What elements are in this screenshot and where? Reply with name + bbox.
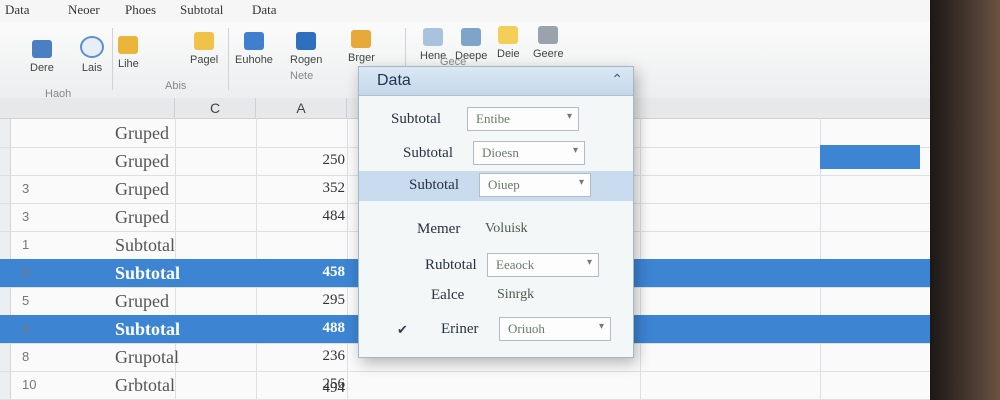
cell-label[interactable]: Subtotal [115,235,175,256]
menu-data-2[interactable]: Data [252,2,277,18]
dialog-row-value: Sinrgk [497,287,535,302]
cell-label[interactable]: Gruped [115,123,169,144]
dialog-dropdown[interactable]: Eeaock ▾ [487,253,599,277]
dialog-row: Rubtotal Eeaock ▾ [359,251,633,281]
data-tool-icon [498,26,519,44]
table-row[interactable]: 10 Grbtotal 256 [0,371,935,400]
cell-label[interactable]: Subtotal [115,319,180,340]
dialog-row: ✔ Eriner Oriuoh ▾ [359,315,633,345]
dropdown-value: Entibe [476,111,510,126]
cell-value[interactable]: 295 [280,292,346,309]
ribbon-btn-lais[interactable]: Lais [80,36,104,74]
row-number: 4 [22,321,30,336]
group-label: Nete [290,70,314,82]
checkmark-icon[interactable]: ✔ [397,322,408,338]
menu-phoes[interactable]: Phoes [125,2,156,18]
row-number: 8 [22,265,30,280]
group-label: Abis [165,80,187,92]
cell-value[interactable]: 484 [280,208,346,225]
menu-neoer[interactable]: Neoer [68,2,100,18]
cell-label[interactable]: Gruped [115,291,169,312]
ribbon-btn-euhohe[interactable]: Euhohe [235,32,273,66]
dialog-row-label: Subtotal [391,111,442,127]
dropdown-value: Oriuoh [508,321,545,336]
row-number: 10 [22,377,37,392]
dialog-dropdown[interactable]: Dioesn ▾ [473,141,585,165]
column-header-blank [0,98,175,119]
cell-value[interactable]: 352 [280,180,346,197]
dialog-row-label: Rubtotal [425,257,477,273]
close-icon[interactable]: ⌃ [611,71,623,88]
chevron-down-icon: ▾ [578,177,584,188]
outline-icon [423,28,444,46]
dialog-row-label: Ealce [431,287,465,303]
data-subtotal-dialog: Data ⌃ Subtotal Entibe ▾ Subtotal Dioesn… [358,66,634,358]
row-number: 3 [22,209,30,224]
ribbon-btn-pagel[interactable]: Pagel [190,32,218,66]
dialog-row-label: Subtotal [409,177,460,193]
cell-value[interactable]: 250 [280,152,346,169]
monitor-bezel [930,0,1000,400]
cell-value[interactable]: 236 [280,348,346,365]
cell-label[interactable]: Subtotal [115,263,180,284]
chevron-down-icon: ▾ [586,257,592,268]
column-header-a[interactable]: A [256,98,347,119]
row-number: 8 [22,349,30,364]
group-divider [228,28,229,90]
dropdown-value: Dioesn [482,145,519,160]
dialog-row-label: Eriner [441,321,479,337]
spreadsheet-screen: Data Neoer Phoes Subtotal Data Dere Lais… [0,0,935,400]
ribbon-btn-deie[interactable]: Deie [497,26,520,60]
group-divider [112,28,113,90]
cell-label[interactable]: Gruped [115,207,169,228]
dialog-row: Subtotal Dioesn ▾ [359,139,633,169]
dialog-row: Memer Voluisk [359,215,633,245]
page-icon [194,32,215,50]
settings-icon [538,26,559,44]
row-number: 5 [22,293,30,308]
dialog-row: Ealce Sinrgk [359,281,633,311]
dialog-row-label: Subtotal [403,145,454,161]
dialog-title: Data [377,72,411,89]
menu-subtotal[interactable]: Subtotal [180,2,223,18]
filter-icon [296,32,317,50]
cell-value[interactable]: 488 [280,320,346,337]
column-header-c[interactable]: C [175,98,256,119]
folder-icon [118,36,139,54]
selected-cell-right[interactable] [820,145,920,169]
row-number: 1 [22,237,30,252]
dialog-titlebar[interactable]: Data ⌃ [359,67,633,96]
dialog-row-label: Memer [417,221,461,237]
cell-label[interactable]: Gruped [115,151,169,172]
dialog-dropdown[interactable]: Oiuep ▾ [479,173,591,197]
sort-icon [243,32,264,50]
group-icon [351,30,372,48]
ribbon-btn-geere[interactable]: Geere [533,26,564,60]
chevron-down-icon: ▾ [598,321,604,332]
dialog-row: Subtotal Entibe ▾ [359,105,633,135]
ribbon-btn-rogen[interactable]: Rogen [290,32,322,66]
cell-label[interactable]: Gruped [115,179,169,200]
table-icon [31,40,52,58]
chevron-down-icon: ▾ [566,111,572,122]
ribbon-btn-brger[interactable]: Brger [348,30,375,64]
cell-label[interactable]: Grbtotal [115,375,175,396]
circle-icon [80,36,104,58]
subtotal-icon [461,28,482,46]
cell-value[interactable]: 458 [280,264,346,281]
cell-label[interactable]: Grupotal [115,347,179,368]
dialog-dropdown[interactable]: Entibe ▾ [467,107,579,131]
dialog-row-highlighted[interactable]: Subtotal Oiuep ▾ [359,171,633,201]
dropdown-value: Oiuep [488,177,520,192]
ribbon-btn-dere[interactable]: Dere [30,40,54,74]
ribbon-btn-lihe[interactable]: Lihe [118,36,139,70]
menu-data[interactable]: Data [5,2,30,18]
chevron-down-icon: ▾ [572,145,578,156]
dialog-row-value: Voluisk [485,221,528,236]
dropdown-value: Eeaock [496,257,535,272]
cell-value-last[interactable]: 494 [280,380,346,397]
dialog-dropdown[interactable]: Oriuoh ▾ [499,317,611,341]
row-number: 3 [22,181,30,196]
menu-bar: Data Neoer Phoes Subtotal Data [0,0,935,22]
